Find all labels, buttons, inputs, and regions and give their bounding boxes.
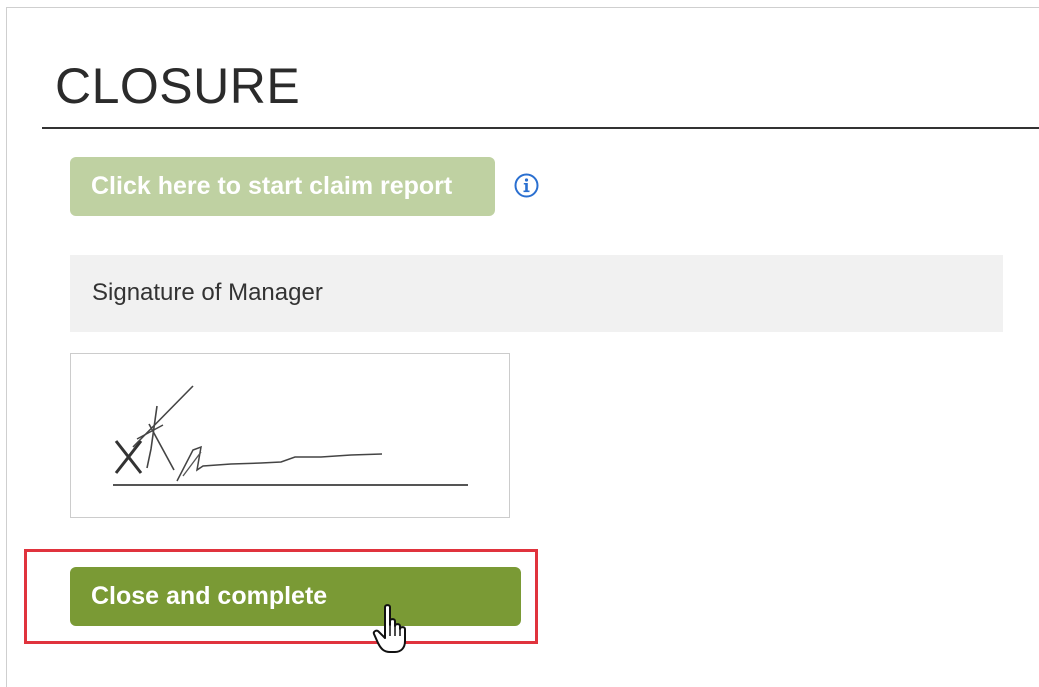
signature-label-bar: Signature of Manager	[70, 255, 1003, 332]
signature-pad[interactable]	[70, 353, 510, 518]
manager-signature	[113, 385, 468, 486]
title-divider	[42, 127, 1039, 129]
close-and-complete-button[interactable]: Close and complete	[70, 567, 521, 626]
page-title: CLOSURE	[55, 58, 301, 114]
hand-pointer-icon	[372, 604, 406, 653]
start-claim-report-button[interactable]: Click here to start claim report	[70, 157, 495, 216]
info-icon[interactable]	[514, 173, 539, 198]
signature-label: Signature of Manager	[92, 279, 323, 306]
